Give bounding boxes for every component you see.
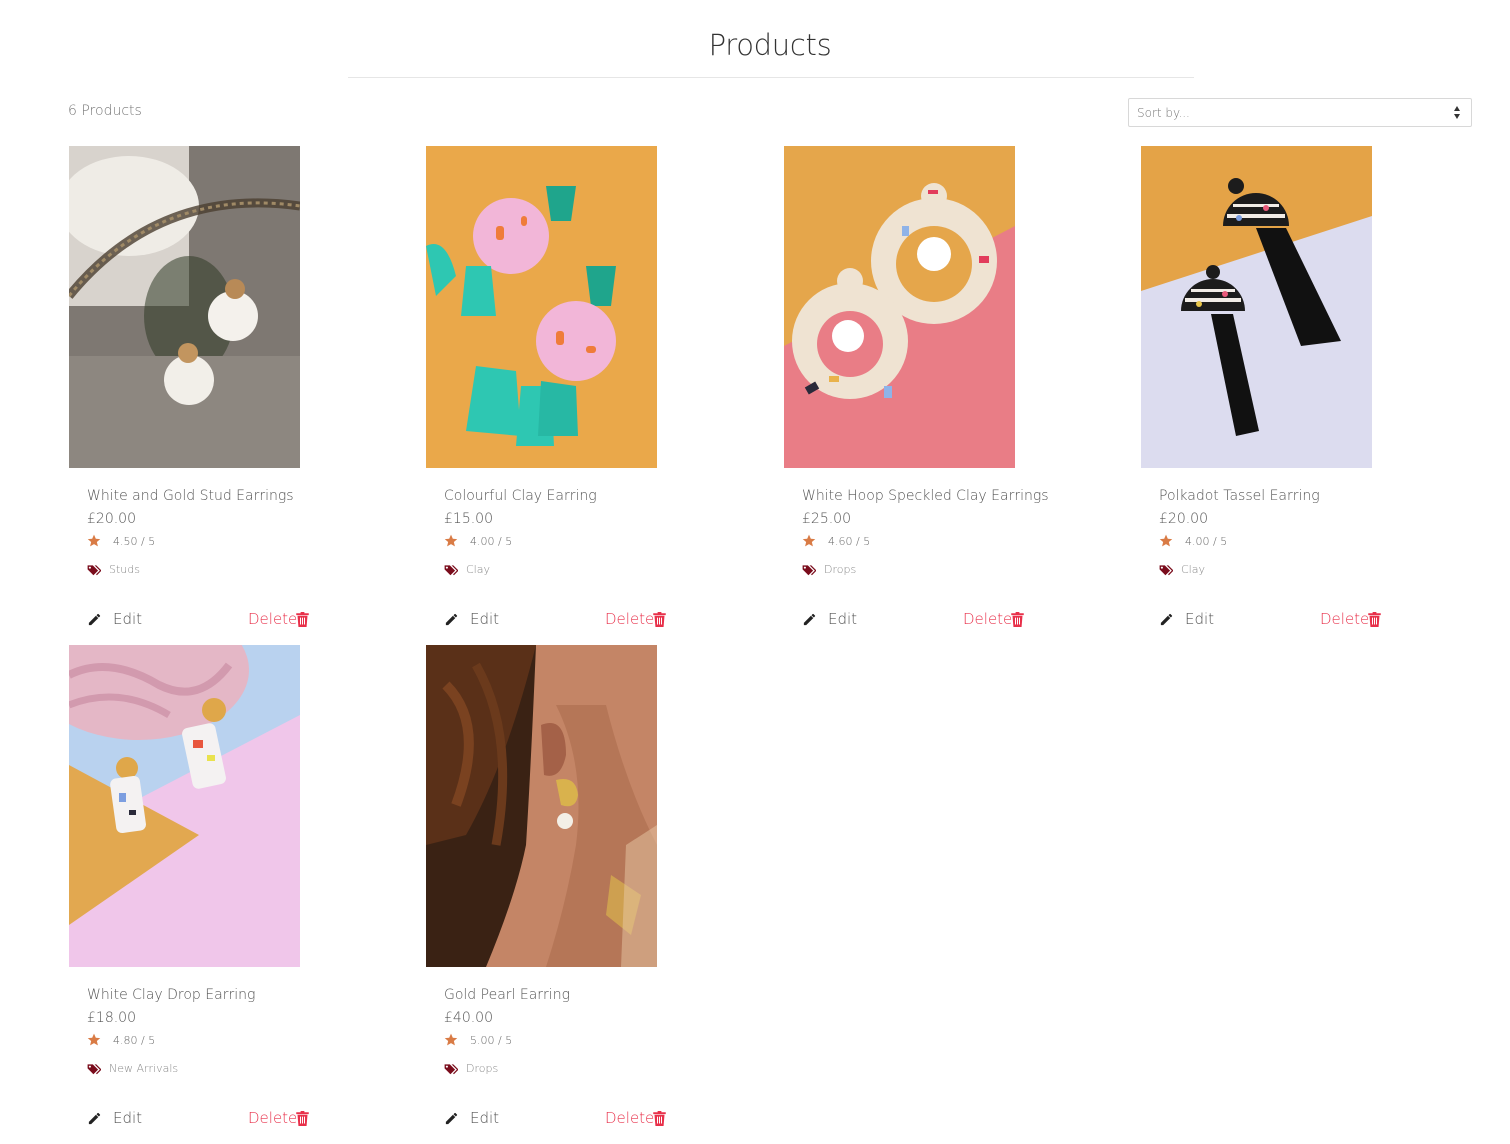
tags-icon bbox=[87, 1064, 101, 1075]
product-card: White Hoop Speckled Clay Earrings £25.00… bbox=[784, 146, 1104, 646]
product-image[interactable] bbox=[784, 146, 1015, 468]
delete-label: Delete bbox=[605, 610, 655, 628]
product-name[interactable]: White Clay Drop Earring bbox=[87, 987, 255, 1003]
product-price: £20.00 bbox=[1159, 511, 1208, 527]
sort-select[interactable]: Sort by... bbox=[1128, 98, 1472, 127]
star-icon bbox=[444, 1033, 458, 1046]
product-price: £20.00 bbox=[87, 511, 136, 527]
delete-label: Delete bbox=[1320, 610, 1370, 628]
tags-icon bbox=[802, 565, 816, 576]
product-name[interactable]: Colourful Clay Earring bbox=[444, 488, 597, 504]
star-icon bbox=[1159, 534, 1173, 547]
product-card: Gold Pearl Earring £40.00 5.00 / 5 Drops… bbox=[426, 645, 746, 1144]
product-price: £25.00 bbox=[802, 511, 851, 527]
delete-label: Delete bbox=[963, 610, 1013, 628]
edit-label: Edit bbox=[470, 610, 500, 628]
product-image[interactable] bbox=[69, 146, 300, 468]
product-card: White Clay Drop Earring £18.00 4.80 / 5 … bbox=[69, 645, 389, 1144]
pencil-icon bbox=[88, 613, 101, 626]
star-icon bbox=[87, 1033, 101, 1046]
product-image[interactable] bbox=[69, 645, 300, 967]
trash-icon bbox=[1368, 612, 1381, 627]
delete-label: Delete bbox=[248, 610, 298, 628]
product-name[interactable]: White Hoop Speckled Clay Earrings bbox=[802, 488, 1049, 504]
category-label[interactable]: Clay bbox=[1181, 563, 1205, 576]
edit-label: Edit bbox=[470, 1109, 500, 1127]
edit-label: Edit bbox=[828, 610, 858, 628]
rating-value: 4.00 / 5 bbox=[470, 535, 513, 548]
tags-icon bbox=[87, 565, 101, 576]
trash-icon bbox=[653, 1111, 666, 1126]
edit-label: Edit bbox=[113, 1109, 143, 1127]
trash-icon bbox=[653, 612, 666, 627]
star-icon bbox=[87, 534, 101, 547]
edit-label: Edit bbox=[113, 610, 143, 628]
pencil-icon bbox=[1160, 613, 1173, 626]
delete-label: Delete bbox=[248, 1109, 298, 1127]
rating-value: 4.00 / 5 bbox=[1185, 535, 1228, 548]
trash-icon bbox=[296, 612, 309, 627]
product-card: Colourful Clay Earring £15.00 4.00 / 5 C… bbox=[426, 146, 746, 646]
pencil-icon bbox=[88, 1112, 101, 1125]
pencil-icon bbox=[445, 1112, 458, 1125]
product-name[interactable]: Polkadot Tassel Earring bbox=[1159, 488, 1320, 504]
sort-arrows-icon bbox=[1454, 106, 1461, 120]
category-label[interactable]: New Arrivals bbox=[109, 1062, 178, 1075]
category-label[interactable]: Studs bbox=[109, 563, 140, 576]
white-hoop-speckled-earrings-photo bbox=[784, 146, 1015, 468]
sort-select-value: Sort by... bbox=[1137, 106, 1190, 120]
rating-value: 4.80 / 5 bbox=[113, 1034, 156, 1047]
title-divider bbox=[348, 77, 1194, 78]
product-card: Polkadot Tassel Earring £20.00 4.00 / 5 … bbox=[1141, 146, 1461, 646]
rating-value: 4.60 / 5 bbox=[828, 535, 871, 548]
trash-icon bbox=[296, 1111, 309, 1126]
pencil-icon bbox=[803, 613, 816, 626]
product-image[interactable] bbox=[1141, 146, 1372, 468]
category-label[interactable]: Drops bbox=[824, 563, 856, 576]
tags-icon bbox=[1159, 565, 1173, 576]
polkadot-tassel-earring-photo bbox=[1141, 146, 1372, 468]
category-label[interactable]: Clay bbox=[466, 563, 490, 576]
rating-value: 4.50 / 5 bbox=[113, 535, 156, 548]
trash-icon bbox=[1011, 612, 1024, 627]
white-gold-stud-earrings-photo bbox=[69, 146, 300, 468]
page-title: Products bbox=[708, 28, 832, 62]
star-icon bbox=[444, 534, 458, 547]
product-card: White and Gold Stud Earrings £20.00 4.50… bbox=[69, 146, 389, 646]
tags-icon bbox=[444, 1064, 458, 1075]
product-image[interactable] bbox=[426, 146, 657, 468]
pencil-icon bbox=[445, 613, 458, 626]
tags-icon bbox=[444, 565, 458, 576]
product-name[interactable]: Gold Pearl Earring bbox=[444, 987, 570, 1003]
edit-label: Edit bbox=[1185, 610, 1215, 628]
colourful-clay-earring-photo bbox=[426, 146, 657, 468]
star-icon bbox=[802, 534, 816, 547]
product-price: £40.00 bbox=[444, 1010, 493, 1026]
product-price: £18.00 bbox=[87, 1010, 136, 1026]
gold-pearl-earring-photo bbox=[426, 645, 657, 967]
delete-label: Delete bbox=[605, 1109, 655, 1127]
rating-value: 5.00 / 5 bbox=[470, 1034, 513, 1047]
white-clay-drop-earring-photo bbox=[69, 645, 300, 967]
product-count: 6 Products bbox=[68, 103, 142, 119]
category-label[interactable]: Drops bbox=[466, 1062, 498, 1075]
product-image[interactable] bbox=[426, 645, 657, 967]
product-price: £15.00 bbox=[444, 511, 493, 527]
product-name[interactable]: White and Gold Stud Earrings bbox=[87, 488, 294, 504]
